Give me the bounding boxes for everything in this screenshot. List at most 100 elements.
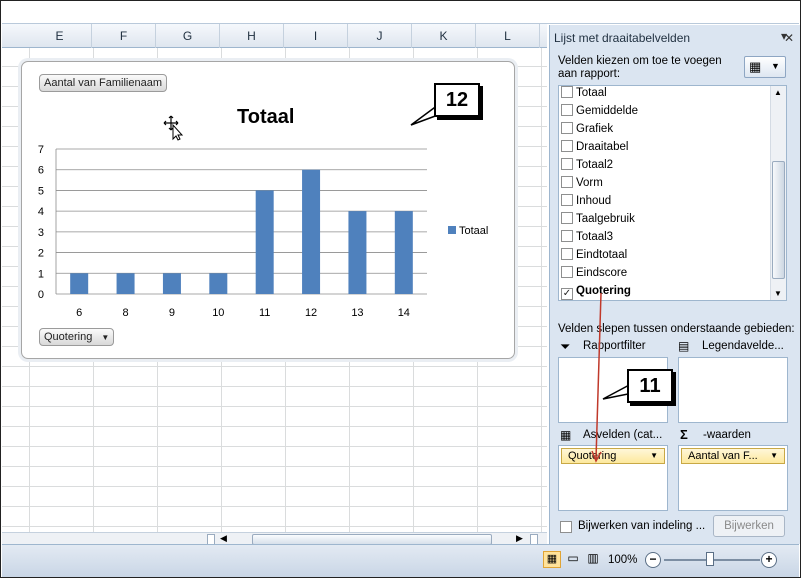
field-item[interactable]: Totaal3 [561,228,613,246]
page-layout-view-icon[interactable]: ▭ [564,551,582,568]
layout-options-button[interactable]: ▦ ▼ [744,56,786,78]
y-tick-label: 0 [38,289,44,301]
field-checkbox[interactable] [561,158,573,170]
field-item[interactable]: Eindtotaal [561,246,627,264]
column-header-i[interactable]: I [284,24,348,48]
column-header-g[interactable]: G [156,24,220,48]
zoom-out-icon[interactable]: − [645,552,661,568]
axis-field-button[interactable]: Quotering ▼ [39,328,115,346]
field-label: Draaitabel [576,141,629,153]
y-tick-label: 5 [38,185,44,197]
column-header-e[interactable]: E [28,24,92,48]
field-checkbox[interactable] [561,176,573,188]
field-checkbox[interactable] [561,212,573,224]
scroll-down-icon[interactable]: ▼ [774,289,782,298]
x-tick-label: 13 [351,307,363,319]
field-item[interactable]: Grafiek [561,120,613,138]
x-tick-label: 14 [398,307,410,319]
field-item[interactable]: Inhoud [561,192,611,210]
field-label: Gemiddelde [576,105,639,117]
y-tick-label: 3 [38,227,44,239]
column-header-j[interactable]: J [348,24,412,48]
field-list: Totaal Gemiddelde Grafiek Draaitabel Totaal2… [558,85,787,301]
field-checkbox[interactable] [561,248,573,260]
y-tick-label: 7 [38,144,44,156]
sigma-icon: Σ [680,427,688,442]
field-list-scrollbar[interactable]: ▲ ▼ [770,86,786,300]
field-checkbox[interactable] [561,122,573,134]
field-checkbox[interactable]: ✓ [561,288,573,300]
axis-field-label: Quotering [44,331,93,343]
field-checkbox[interactable] [561,86,573,98]
value-field-button[interactable]: Aantal van Familienaam [39,74,168,92]
column-headers: E F G H I J K L [2,24,547,48]
legend-swatch [448,226,456,234]
formula-area [2,2,799,24]
x-tick-label: 11 [259,307,270,319]
field-checkbox[interactable] [561,266,573,278]
bar [348,211,367,294]
column-header-f[interactable]: F [92,24,156,48]
panel-title: Lijst met draaitabelvelden [554,31,691,45]
normal-view-icon[interactable]: ▦ [543,551,561,568]
scroll-up-icon[interactable]: ▲ [774,88,782,97]
column-header-h[interactable]: H [220,24,284,48]
field-label: Eindscore [576,267,628,279]
scroll-thumb[interactable] [772,161,785,279]
field-checkbox[interactable] [561,104,573,116]
column-header-k[interactable]: K [412,24,476,48]
pivot-field-list-panel: Lijst met draaitabelvelden ▾ ✕ Velden ki… [549,25,800,544]
bar [302,169,321,294]
bar [209,273,228,294]
update-button[interactable]: Bijwerken [713,515,785,537]
chart-plot-area: 012345676 8 9 10 11 12 13 14Totaal [38,144,488,319]
y-tick-label: 2 [38,248,44,260]
field-item[interactable]: Taalgebruik [561,210,635,228]
field-item[interactable]: Eindscore [561,264,627,282]
field-label: Taalgebruik [576,213,635,225]
chevron-down-icon: ▼ [650,451,658,460]
zoom-level[interactable]: 100% [608,554,637,566]
values-label: -waarden [703,429,751,441]
field-label: Vorm [576,177,603,189]
page-break-view-icon[interactable]: ▥ [584,551,602,568]
field-checkbox[interactable] [561,140,573,152]
field-label: Inhoud [576,195,612,207]
field-item[interactable]: Draaitabel [561,138,628,156]
field-label: Totaal2 [576,159,614,171]
filter-icon: ⏷ [560,339,571,354]
value-field-label: Aantal van Familienaam [44,77,163,89]
close-icon[interactable]: ✕ [781,31,797,47]
field-checkbox[interactable] [561,194,573,206]
legend-fields-icon: ▤ [678,339,690,353]
field-item[interactable]: Totaal [561,86,607,102]
excel-window: E F G H I J K L Aantal van Familienaam T… [0,0,801,578]
values-field-chip[interactable]: Aantal van F... ▼ [681,448,785,464]
y-tick-label: 6 [38,165,44,177]
values-chip-label: Aantal van F... [688,450,758,462]
bar [394,211,413,294]
x-tick-label: 8 [123,307,129,319]
x-tick-label: 9 [169,307,175,319]
bar [162,273,181,294]
scroll-left-icon[interactable]: ◀ [220,533,227,544]
axis-field-chip[interactable]: Quotering ▼ [561,448,665,464]
x-tick-label: 6 [76,307,82,319]
field-item[interactable]: Gemiddelde [561,102,638,120]
bar [255,190,274,294]
zoom-slider-thumb[interactable] [706,552,714,566]
bar [70,273,89,294]
defer-update-checkbox[interactable] [560,521,572,533]
field-item[interactable]: Vorm [561,174,603,192]
zoom-in-icon[interactable]: + [761,552,777,568]
legend-fields-area[interactable] [678,357,788,423]
field-label: Grafiek [576,123,614,135]
field-label: Totaal [576,87,607,99]
y-tick-label: 1 [38,268,44,280]
field-label: Eindtotaal [576,249,628,261]
choose-fields-label: Velden kiezen om toe te voegen aan rappo… [558,55,722,80]
column-header-l[interactable]: L [476,24,540,48]
scroll-right-icon[interactable]: ▶ [516,533,523,544]
field-checkbox[interactable] [561,230,573,242]
field-item[interactable]: Totaal2 [561,156,613,174]
